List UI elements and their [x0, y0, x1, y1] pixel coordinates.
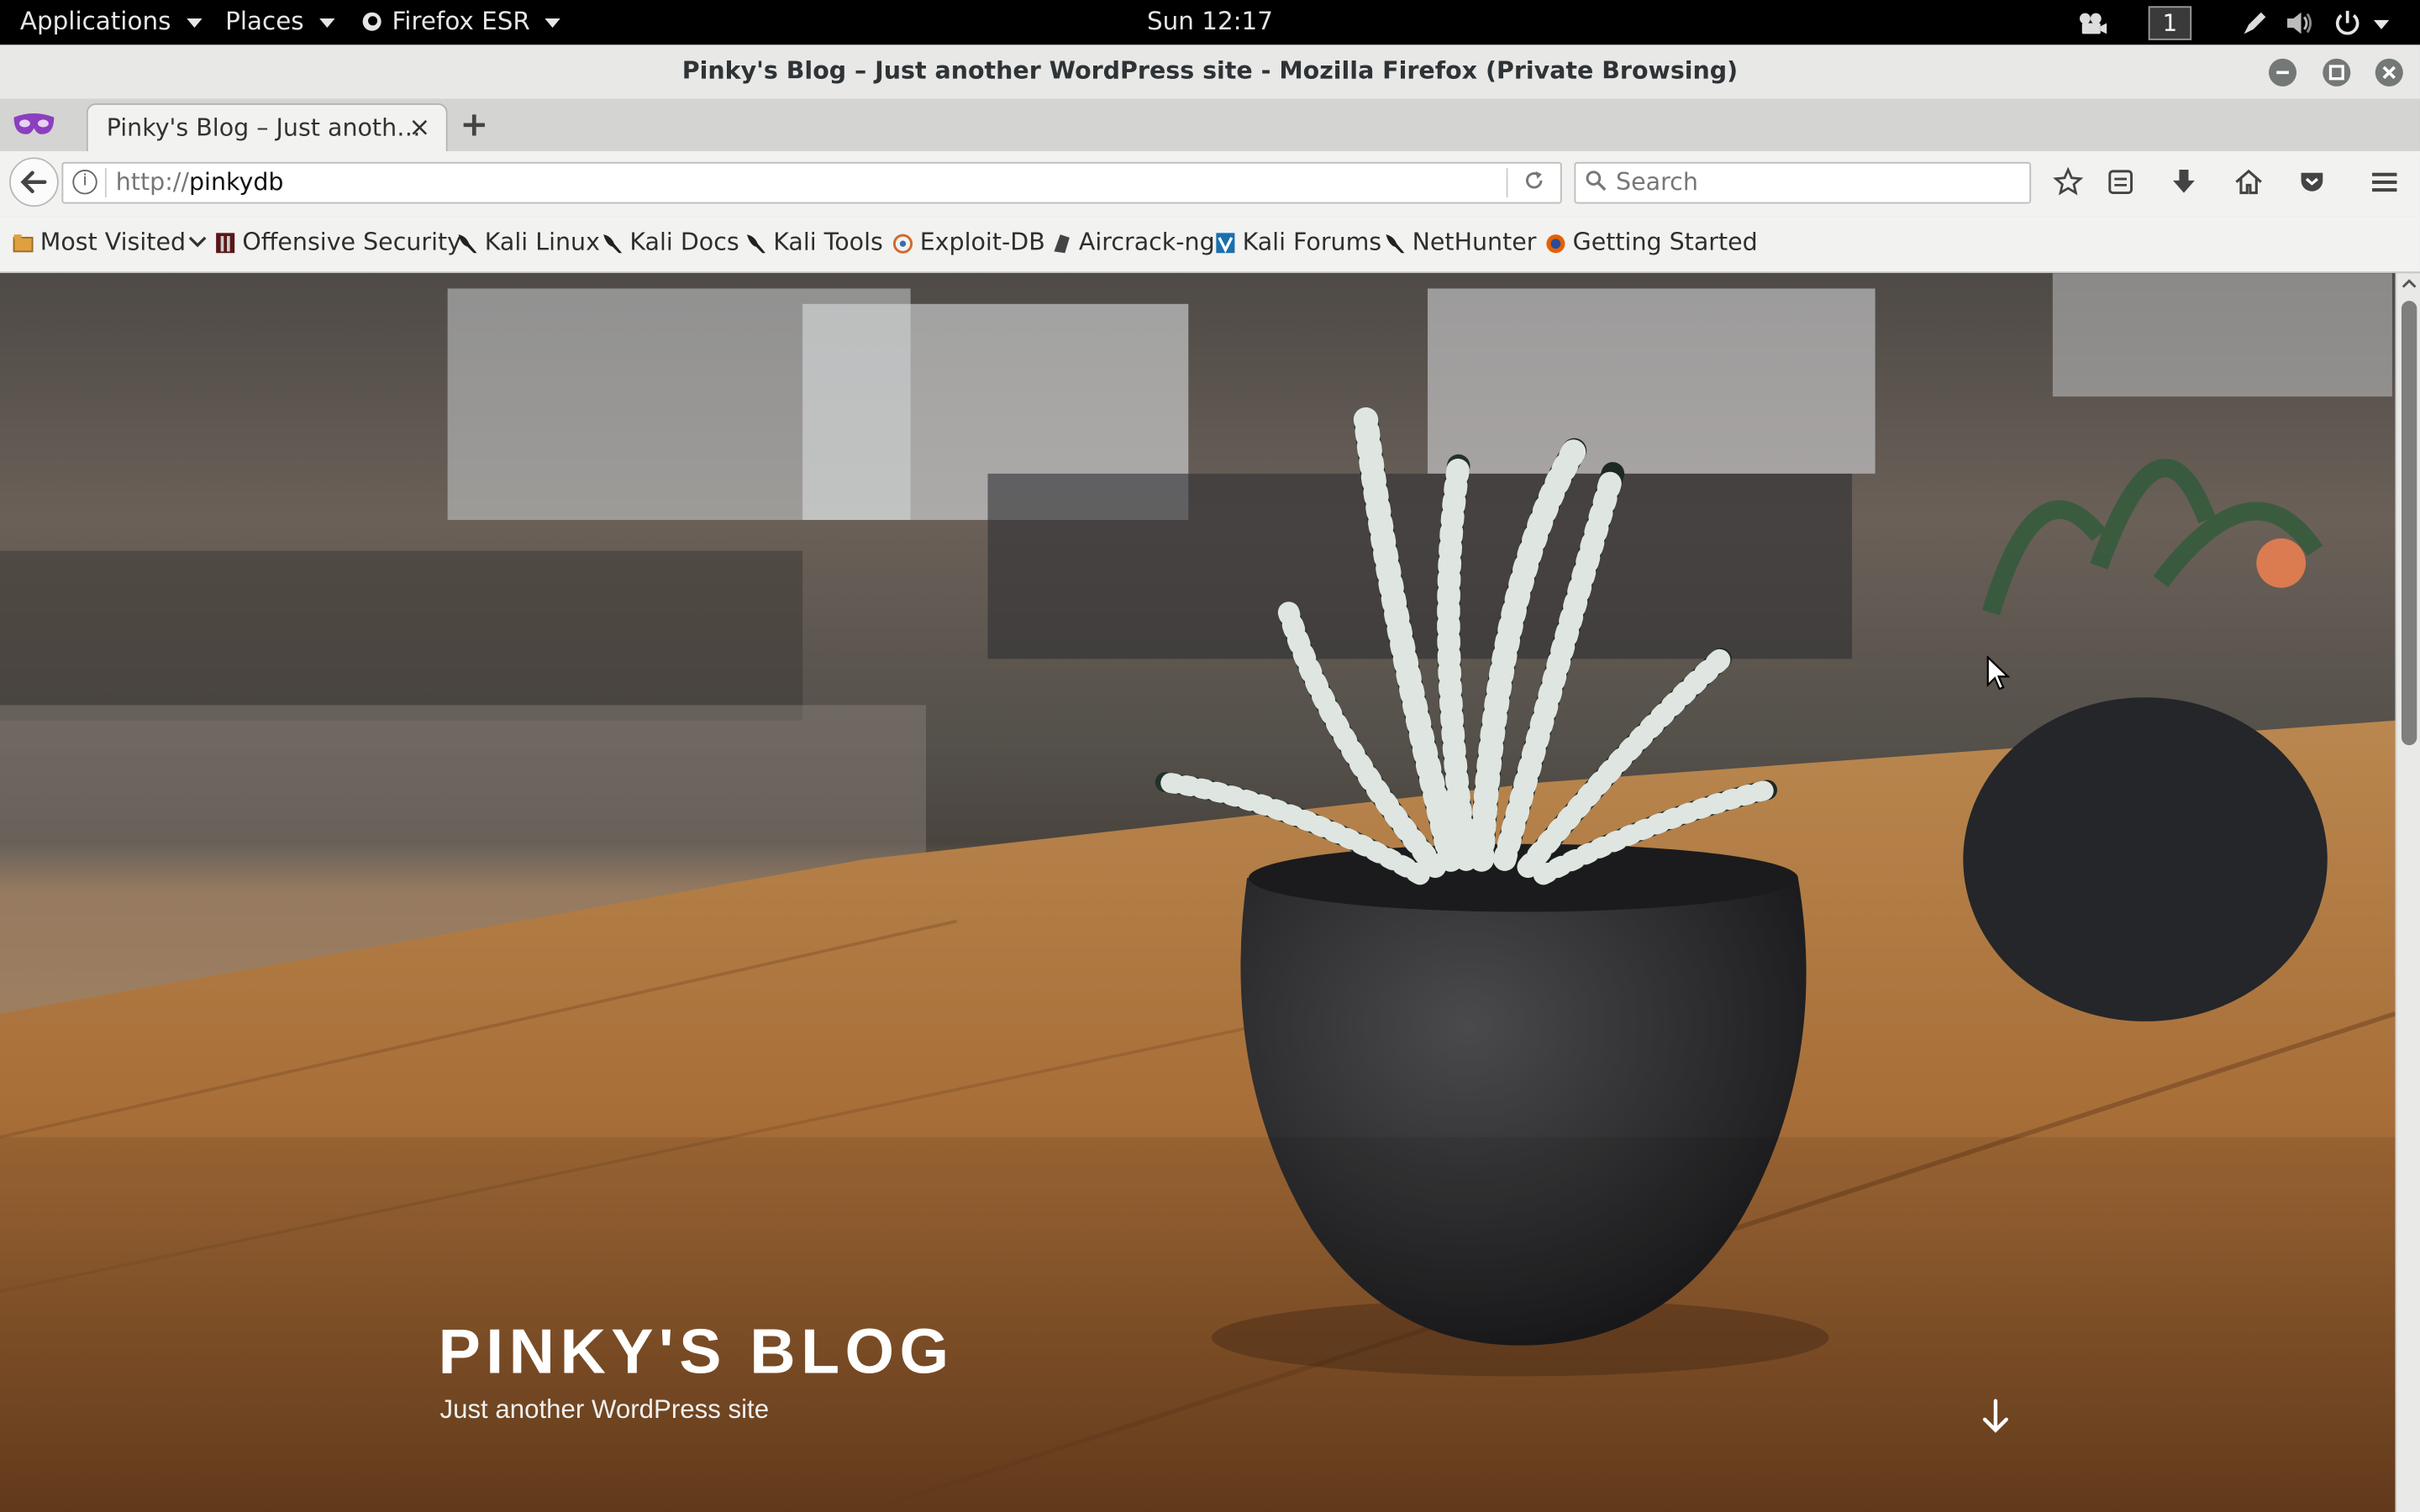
- bookmark-kali-forums[interactable]: Kali Forums: [1215, 228, 1382, 256]
- reload-icon[interactable]: [1523, 168, 1545, 197]
- divider: [1506, 168, 1508, 198]
- bookmark-label: Kali Forums: [1242, 228, 1382, 256]
- minimize-button[interactable]: [2268, 58, 2297, 87]
- navigation-bar: i http://pinkydb Search: [0, 150, 2420, 218]
- bookmark-getting-started[interactable]: Getting Started: [1545, 228, 1758, 256]
- bookmark-exploit-db[interactable]: Exploit-DB: [892, 228, 1045, 256]
- workspace-indicator[interactable]: 1: [2148, 5, 2192, 39]
- bookmark-offensive-security[interactable]: Offensive Security: [214, 228, 461, 256]
- tab-close-icon[interactable]: ×: [408, 113, 430, 144]
- download-icon[interactable]: [2169, 166, 2200, 197]
- bookmark-label: Kali Linux: [484, 228, 600, 256]
- maximize-icon: [2328, 65, 2344, 81]
- bookmark-label: Kali Docs: [629, 228, 739, 256]
- bookmark-kali-tools[interactable]: Kali Tools: [745, 228, 883, 256]
- new-tab-button[interactable]: +: [460, 107, 488, 145]
- folder-icon: [13, 234, 34, 252]
- bookmark-kali-linux[interactable]: Kali Linux: [457, 228, 600, 256]
- vertical-scrollbar[interactable]: [2395, 273, 2420, 1512]
- mouse-cursor-icon: [1986, 655, 2011, 690]
- bookmark-label: Exploit-DB: [919, 228, 1045, 256]
- bookmark-kali-docs[interactable]: Kali Docs: [602, 228, 739, 256]
- divider: [104, 168, 107, 198]
- arrow-down-icon[interactable]: [1979, 1396, 2012, 1436]
- site-title[interactable]: PINKY'S BLOG: [439, 1316, 955, 1389]
- chevron-down-icon: [189, 236, 208, 248]
- bookmark-label: Getting Started: [1572, 228, 1758, 256]
- window-title: Pinky's Blog – Just another WordPress si…: [681, 56, 1739, 86]
- pen-icon: [2241, 0, 2269, 45]
- maximize-button[interactable]: [2323, 58, 2351, 87]
- kali-icon: [1386, 234, 1405, 253]
- site-tagline: Just another WordPress site: [439, 1394, 770, 1425]
- chevron-down-icon: [2373, 18, 2390, 29]
- back-button[interactable]: [9, 157, 59, 207]
- bookmark-label: Kali Tools: [773, 228, 883, 256]
- kali-icon: [746, 234, 766, 253]
- close-window-button[interactable]: [2375, 58, 2403, 87]
- bookmark-aircrack-ng[interactable]: Aircrack-ng: [1051, 228, 1215, 256]
- private-browsing-mask-icon: [13, 113, 55, 134]
- exploitdb-icon: [892, 233, 913, 253]
- pocket-icon[interactable]: [2296, 166, 2328, 197]
- bookmark-label: Most Visited: [39, 228, 187, 256]
- bookmark-nethunter[interactable]: NetHunter: [1385, 228, 1537, 256]
- scroll-up-arrow-icon[interactable]: [2402, 276, 2417, 291]
- library-icon[interactable]: [2105, 166, 2136, 197]
- video-camera-icon: [2077, 0, 2108, 45]
- search-icon: [1586, 171, 1607, 192]
- power-icon[interactable]: [2333, 0, 2390, 45]
- clock[interactable]: Sun 12:17: [0, 6, 2420, 35]
- minimize-icon: [2276, 71, 2289, 75]
- search-bar[interactable]: Search: [1574, 161, 2032, 204]
- url-scheme: http://: [115, 168, 189, 197]
- home-icon[interactable]: [2233, 166, 2265, 197]
- close-icon: [2382, 66, 2396, 80]
- bookmark-label: Offensive Security: [242, 228, 462, 256]
- gnome-top-bar: Applications Places Firefox ESR Sun 12:1…: [0, 0, 2420, 45]
- tab-title: Pinky's Blog – Just anoth…: [106, 113, 421, 142]
- bookmark-label: NetHunter: [1412, 228, 1537, 256]
- bookmarks-toolbar: Most Visited Offensive Security Kali Lin…: [0, 216, 2420, 274]
- search-placeholder: Search: [1616, 168, 1698, 197]
- back-arrow-icon: [20, 171, 47, 193]
- scrollbar-thumb[interactable]: [2401, 301, 2417, 746]
- kali-forums-icon: [1216, 232, 1235, 253]
- bookmark-most-visited[interactable]: Most Visited: [13, 228, 208, 256]
- offsec-icon: [216, 232, 235, 253]
- tab-active[interactable]: Pinky's Blog – Just anoth… ×: [86, 103, 448, 153]
- window-titlebar[interactable]: Pinky's Blog – Just another WordPress si…: [0, 45, 2420, 101]
- volume-icon[interactable]: [2284, 0, 2315, 45]
- kali-icon: [458, 234, 477, 253]
- bookmark-star-icon[interactable]: [2053, 166, 2084, 197]
- tab-strip: Pinky's Blog – Just anoth… × +: [0, 98, 2420, 153]
- bookmark-label: Aircrack-ng: [1078, 228, 1215, 256]
- url-host: pinkydb: [188, 168, 284, 197]
- site-info-icon[interactable]: i: [72, 170, 97, 195]
- url-bar[interactable]: i http://pinkydb: [61, 161, 1562, 204]
- kali-icon: [603, 234, 623, 253]
- aircrack-icon: [1054, 234, 1070, 253]
- page-content: PINKY'S BLOG Just another WordPress site: [0, 273, 2396, 1512]
- firefox-icon: [1546, 234, 1565, 253]
- header-image: [0, 273, 2396, 1512]
- hamburger-menu-icon[interactable]: [2369, 166, 2400, 197]
- url-text[interactable]: http://pinkydb: [116, 168, 284, 196]
